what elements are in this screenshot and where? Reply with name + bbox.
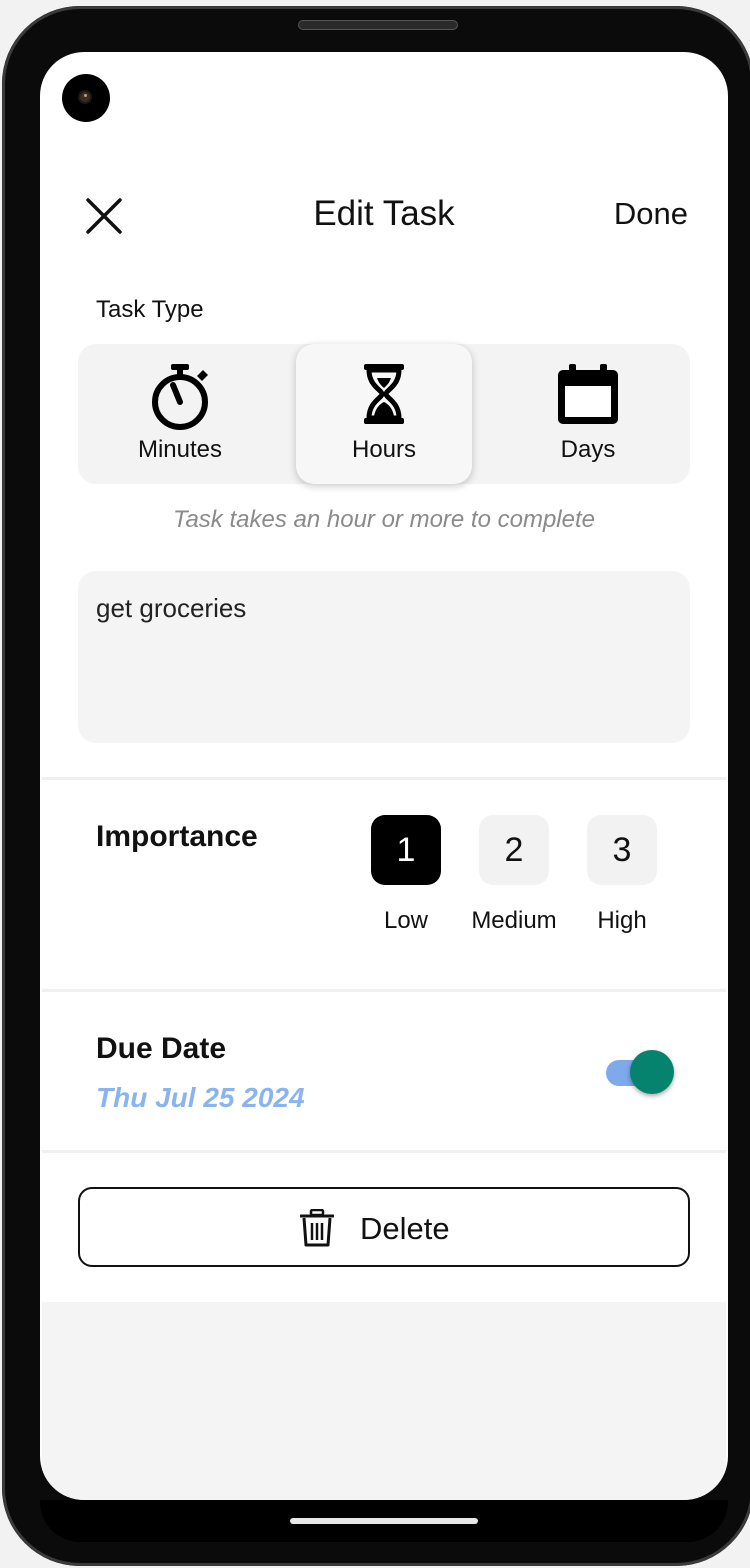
importance-level-label: High [597, 907, 647, 934]
edit-task-sheet: Edit Task Done Task Type Minutes Hours D… [42, 152, 726, 1500]
divider [42, 989, 726, 992]
task-type-label: Task Type [96, 296, 204, 323]
divider [42, 1150, 726, 1153]
task-type-minutes[interactable]: Minutes [92, 344, 268, 484]
home-indicator[interactable] [290, 1518, 478, 1524]
due-date-label: Due Date [96, 1032, 227, 1065]
importance-low[interactable]: 1 Low [356, 815, 456, 935]
hourglass-icon [360, 362, 408, 431]
importance-label: Importance [96, 820, 258, 853]
task-type-label-minutes: Minutes [137, 436, 223, 463]
delete-label: Delete [360, 1211, 450, 1246]
delete-button[interactable]: Delete [78, 1187, 690, 1267]
phone-frame: Edit Task Done Task Type Minutes Hours D… [2, 6, 750, 1566]
stopwatch-icon [149, 362, 211, 435]
task-type-label-days: Days [560, 436, 616, 463]
done-button[interactable]: Done [614, 196, 688, 232]
navigation-bar [40, 1500, 728, 1542]
task-type-label-hours: Hours [351, 436, 417, 463]
task-type-hours[interactable]: Hours [296, 344, 472, 484]
importance-level-label: Medium [471, 907, 557, 934]
importance-value: 3 [587, 815, 657, 885]
sheet-content: Edit Task Done Task Type Minutes Hours D… [42, 152, 726, 1302]
task-name-input[interactable]: get groceries [78, 571, 690, 743]
importance-level-label: Low [383, 907, 429, 934]
importance-high[interactable]: 3 High [572, 815, 672, 935]
due-date-toggle[interactable] [604, 1050, 676, 1096]
importance-value: 1 [371, 815, 441, 885]
toggle-thumb [630, 1050, 674, 1094]
due-date-value[interactable]: Thu Jul 25 2024 [96, 1082, 305, 1114]
importance-value: 2 [479, 815, 549, 885]
divider [42, 777, 726, 780]
task-type-days[interactable]: Days [500, 344, 676, 484]
screen: Edit Task Done Task Type Minutes Hours D… [40, 52, 728, 1500]
speaker-grille [298, 20, 458, 30]
trash-icon [299, 1208, 335, 1252]
calendar-icon [555, 362, 621, 433]
task-type-selector: Minutes Hours Days [78, 344, 690, 484]
front-camera [62, 74, 110, 122]
task-type-hint: Task takes an hour or more to complete [173, 506, 595, 533]
importance-medium[interactable]: 2 Medium [464, 815, 564, 935]
